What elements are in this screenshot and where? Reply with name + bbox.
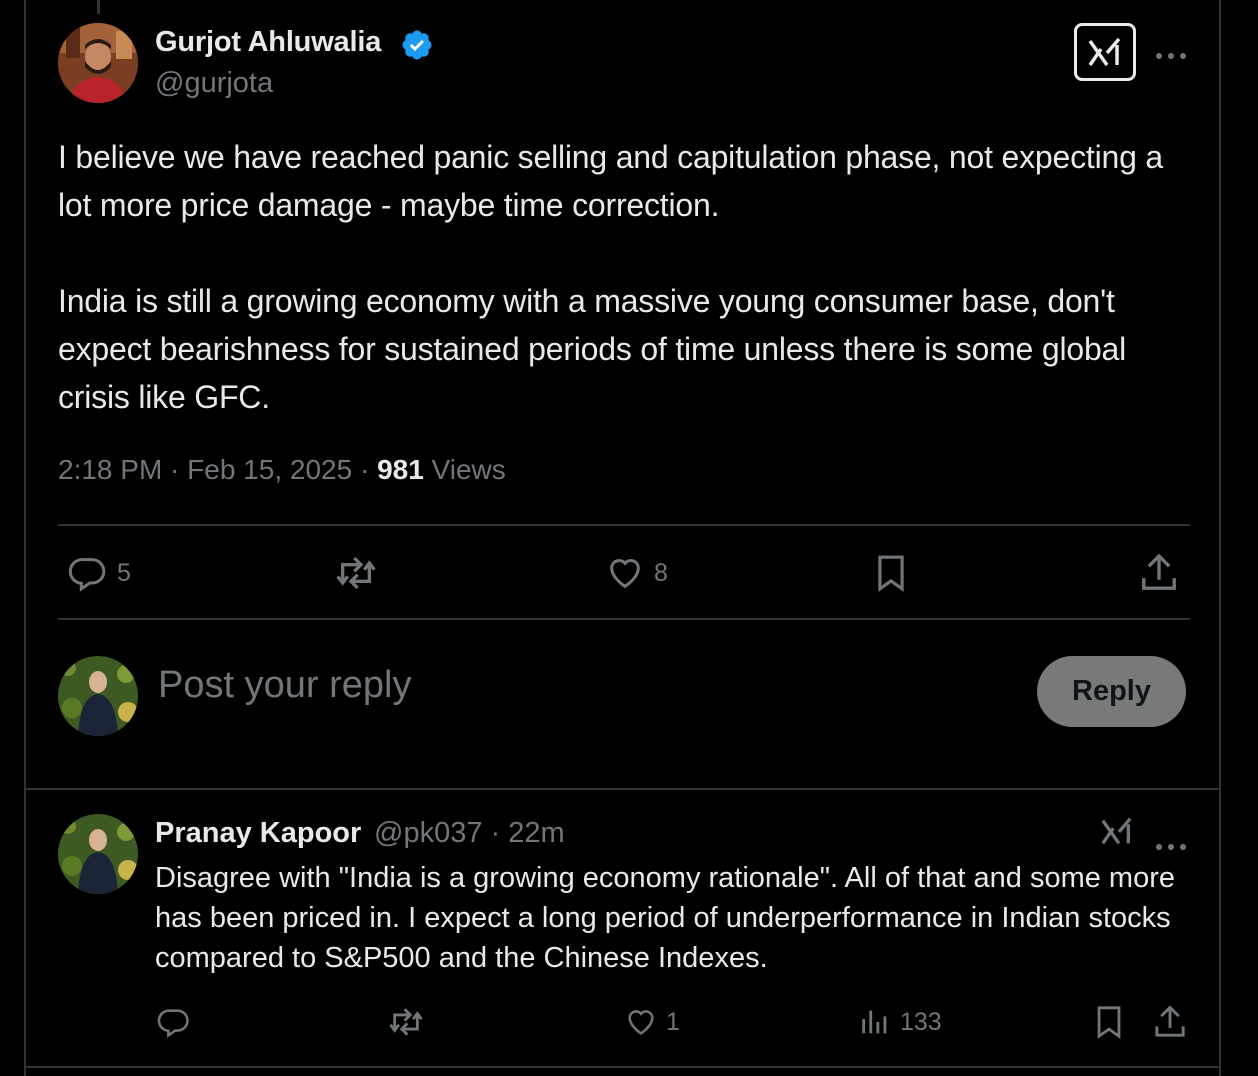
author-avatar[interactable] xyxy=(58,23,138,103)
reply-text: Disagree with "India is a growing econom… xyxy=(155,862,1175,974)
thread-connector xyxy=(97,0,100,14)
tweet-text: I believe we have reached panic selling … xyxy=(58,139,1163,415)
share-icon xyxy=(1142,553,1176,590)
share-action[interactable] xyxy=(1138,551,1180,595)
analytics-icon xyxy=(862,1010,887,1034)
like-icon xyxy=(628,1010,654,1035)
like-icon xyxy=(610,559,640,589)
grok-icon[interactable] xyxy=(1100,814,1134,853)
repost-action[interactable] xyxy=(387,1005,433,1039)
bookmark-action[interactable] xyxy=(1092,1003,1126,1041)
grok-icon[interactable] xyxy=(1074,23,1136,81)
reply-icon xyxy=(68,558,106,592)
share-action[interactable] xyxy=(1152,1003,1188,1041)
share-icon xyxy=(1155,1005,1185,1037)
bookmark-action[interactable] xyxy=(872,551,910,595)
views-action[interactable]: 133 xyxy=(858,1005,942,1039)
like-action[interactable]: 8 xyxy=(604,553,668,593)
reply-icon xyxy=(157,1009,189,1038)
divider xyxy=(58,524,1190,526)
more-icon[interactable] xyxy=(1155,829,1187,855)
author-handle[interactable]: @gurjota xyxy=(155,67,273,100)
tweet-meta: 2:18 PM · Feb 15, 2025 · 981 Views xyxy=(58,454,506,486)
repost-action[interactable] xyxy=(333,553,387,593)
verified-badge-icon[interactable] xyxy=(400,28,434,62)
current-user-avatar[interactable] xyxy=(58,656,138,736)
bookmark-icon xyxy=(878,555,904,592)
views-label: Views xyxy=(423,454,506,485)
author-name[interactable]: Gurjot Ahluwalia xyxy=(155,26,381,59)
reply-author-name[interactable]: Pranay Kapoor xyxy=(155,817,361,850)
more-icon[interactable] xyxy=(1155,38,1187,64)
like-count: 1 xyxy=(666,1007,680,1036)
like-count: 8 xyxy=(654,558,668,587)
section-divider xyxy=(24,788,1221,790)
repost-icon xyxy=(336,556,376,590)
tweet-timestamp[interactable]: 2:18 PM · Feb 15, 2025 · xyxy=(58,454,377,485)
reply-input[interactable] xyxy=(158,664,858,707)
reply-button[interactable]: Reply xyxy=(1037,656,1186,727)
reply-action[interactable] xyxy=(157,1005,199,1039)
reply-action[interactable]: 5 xyxy=(67,553,131,593)
repost-icon xyxy=(389,1008,423,1036)
reply-count: 5 xyxy=(117,558,131,587)
views-count: 133 xyxy=(900,1007,942,1036)
divider xyxy=(58,618,1190,620)
reply-author-avatar[interactable] xyxy=(58,814,138,894)
bookmark-icon xyxy=(1097,1006,1121,1039)
like-action[interactable]: 1 xyxy=(624,1005,680,1039)
reply-author-handle[interactable]: @pk037 · 22m xyxy=(374,817,565,850)
section-divider xyxy=(24,1066,1221,1068)
views-count: 981 xyxy=(377,454,424,485)
